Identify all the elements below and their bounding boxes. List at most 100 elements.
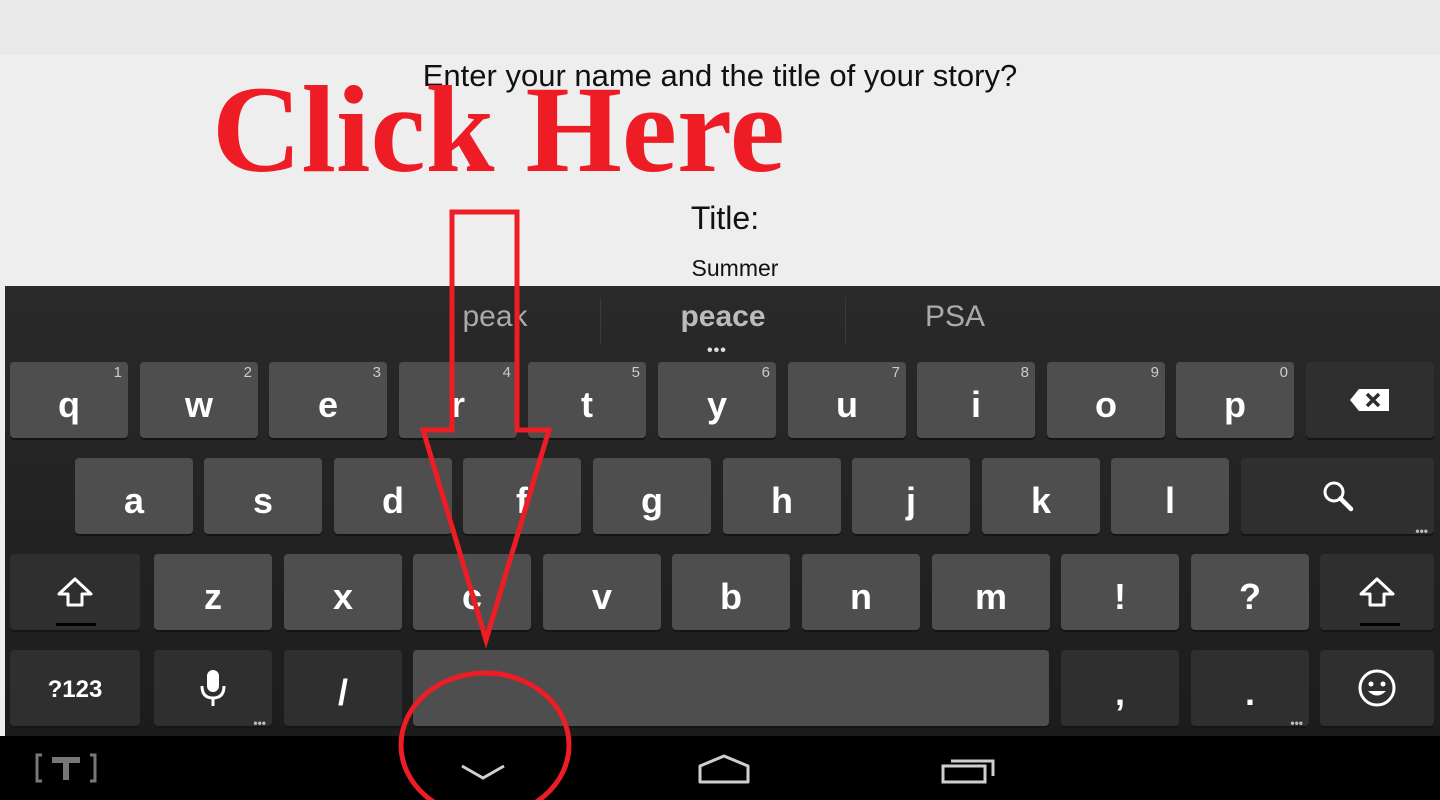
app-content: Enter your name and the title of your st…	[0, 0, 1440, 286]
key-label: c	[461, 576, 483, 617]
key-label: o	[1095, 384, 1117, 425]
key-label: ?	[1239, 576, 1261, 617]
key-i[interactable]: 8i	[917, 362, 1035, 438]
key-label: f	[516, 480, 528, 521]
title-input[interactable]: Summer	[0, 255, 1440, 282]
key-hint: 6	[761, 364, 770, 381]
emoji-icon	[1358, 669, 1396, 707]
more-keys-indicator: •••	[253, 716, 266, 730]
slash-key[interactable]: /	[284, 650, 402, 726]
key-label: ,	[1114, 672, 1125, 713]
shift-icon	[1359, 577, 1395, 607]
key-hint: 5	[631, 364, 640, 381]
back-down-icon[interactable]	[458, 760, 508, 784]
key-label: k	[1030, 480, 1052, 521]
backspace-key[interactable]	[1306, 362, 1434, 438]
key-label: p	[1224, 384, 1246, 425]
key-hint: 1	[113, 364, 122, 381]
key-label: m	[974, 576, 1007, 617]
key-h[interactable]: h	[723, 458, 841, 534]
shift-key-left[interactable]	[10, 554, 140, 630]
key-label: u	[836, 384, 858, 425]
key-j[interactable]: j	[852, 458, 970, 534]
key-label: s	[252, 480, 274, 521]
system-navigation-bar	[0, 736, 1440, 800]
key-label: i	[970, 384, 981, 425]
key-label: j	[905, 480, 916, 521]
key-label: e	[317, 384, 339, 425]
key-v[interactable]: v	[543, 554, 661, 630]
key-u[interactable]: 7u	[788, 362, 906, 438]
more-keys-indicator: •••	[1415, 524, 1428, 538]
app-top-area	[0, 0, 1440, 55]
key-r[interactable]: 4r	[399, 362, 517, 438]
soft-keyboard: peak peace ••• PSA 1q 2w 3e 4r 5t 6y 7u …	[5, 286, 1440, 736]
key-label: t	[581, 384, 593, 425]
key-label: x	[332, 576, 354, 617]
key-label: q	[58, 384, 80, 425]
key-label: /	[337, 672, 348, 713]
key-label: h	[771, 480, 793, 521]
key-label: a	[123, 480, 145, 521]
keyboard-status-icon	[35, 753, 97, 783]
suggestion-right[interactable]: PSA	[835, 300, 1075, 334]
key-label: d	[382, 480, 404, 521]
key-n[interactable]: n	[802, 554, 920, 630]
key-o[interactable]: 9o	[1047, 362, 1165, 438]
key-hint: 8	[1020, 364, 1029, 381]
key-a[interactable]: a	[75, 458, 193, 534]
recent-apps-icon[interactable]	[940, 754, 998, 786]
shift-icon	[57, 577, 93, 607]
key-y[interactable]: 6y	[658, 362, 776, 438]
key-hint: 7	[891, 364, 900, 381]
search-key[interactable]: •••	[1241, 458, 1434, 538]
key-x[interactable]: x	[284, 554, 402, 630]
key-b[interactable]: b	[672, 554, 790, 630]
key-l[interactable]: l	[1111, 458, 1229, 534]
search-icon	[1323, 481, 1353, 512]
key-z[interactable]: z	[154, 554, 272, 630]
key-p[interactable]: 0p	[1176, 362, 1294, 438]
key-label: r	[450, 384, 465, 425]
key-label: n	[850, 576, 872, 617]
key-hint: 0	[1279, 364, 1288, 381]
symbols-key[interactable]: ?123	[10, 650, 140, 726]
more-suggestions-indicator: •••	[707, 342, 727, 359]
mic-icon	[200, 670, 226, 706]
key-d[interactable]: d	[334, 458, 452, 534]
key-q[interactable]: 1q	[10, 362, 128, 438]
key-question[interactable]: ?	[1191, 554, 1309, 630]
key-label: b	[720, 576, 742, 617]
period-key[interactable]: . •••	[1191, 650, 1309, 730]
comma-key[interactable]: ,	[1061, 650, 1179, 726]
key-label: z	[204, 576, 222, 617]
suggestion-divider	[600, 298, 601, 344]
key-e[interactable]: 3e	[269, 362, 387, 438]
key-t[interactable]: 5t	[528, 362, 646, 438]
key-label: l	[1164, 480, 1175, 521]
suggestion-left[interactable]: peak	[375, 300, 615, 334]
key-exclamation[interactable]: !	[1061, 554, 1179, 630]
spacebar[interactable]	[413, 650, 1049, 726]
key-hint: 4	[502, 364, 511, 381]
key-m[interactable]: m	[932, 554, 1050, 630]
key-w[interactable]: 2w	[140, 362, 258, 438]
mic-key[interactable]: •••	[154, 650, 272, 730]
suggestion-center[interactable]: peace	[603, 300, 843, 334]
key-label: v	[591, 576, 613, 617]
prompt-question: Enter your name and the title of your st…	[422, 58, 1018, 93]
emoji-key[interactable]	[1320, 650, 1434, 726]
home-icon[interactable]	[694, 754, 754, 786]
key-k[interactable]: k	[982, 458, 1100, 534]
key-label: w	[184, 384, 213, 425]
key-c[interactable]: c	[413, 554, 531, 630]
key-f[interactable]: f	[463, 458, 581, 534]
key-g[interactable]: g	[593, 458, 711, 534]
suggestion-strip: peak peace ••• PSA	[5, 286, 1440, 359]
title-label: Title:	[690, 200, 760, 236]
key-hint: 2	[243, 364, 252, 381]
key-s[interactable]: s	[204, 458, 322, 534]
more-keys-indicator: •••	[1290, 716, 1303, 730]
key-hint: 9	[1150, 364, 1159, 381]
shift-key-right[interactable]	[1320, 554, 1434, 630]
